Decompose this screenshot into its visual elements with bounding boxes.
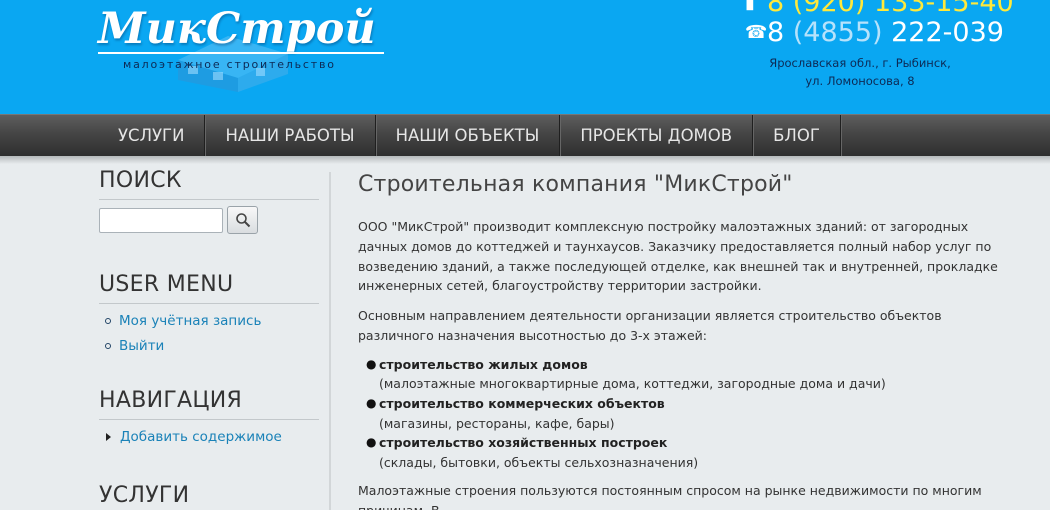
navigation-block: НАВИГАЦИЯ Добавить содержимое	[99, 388, 319, 453]
address: Ярославская обл., г. Рыбинск, ул. Ломоно…	[760, 54, 960, 90]
search-block: ПОИСК	[99, 168, 319, 234]
search-button[interactable]	[227, 206, 258, 234]
list-item: ● строительство жилых домов (малоэтажные…	[358, 355, 998, 394]
search-block-title: ПОИСК	[99, 168, 319, 200]
user-menu-link-logout[interactable]: Выйти	[119, 337, 164, 355]
user-menu-item-logout[interactable]: Выйти	[99, 337, 319, 362]
main-navigation: УСЛУГИ НАШИ РАБОТЫ НАШИ ОБЪЕКТЫ ПРОЕКТЫ …	[0, 114, 1050, 156]
list-item-description: (малоэтажные многоквартирные дома, котте…	[379, 376, 886, 392]
list-item-title: строительство хозяйственных построек	[379, 435, 668, 451]
phone-number: 222-039	[882, 17, 1004, 48]
nav-item-house-projects[interactable]: ПРОЕКТЫ ДОМОВ	[560, 115, 754, 156]
address-line-2: ул. Ломоносова, 8	[805, 74, 915, 88]
list-item: ● строительство хозяйственных построек (…	[358, 433, 998, 472]
site-logo[interactable]: МикСтрой малоэтажное строительство	[98, 0, 388, 100]
site-header: МикСтрой малоэтажное строительство ▮ 8 (9…	[0, 0, 1050, 114]
bullet-icon	[105, 318, 111, 324]
list-item: ● строительство коммерческих объектов (м…	[358, 394, 998, 433]
user-menu-list: Моя учётная запись Выйти	[99, 312, 319, 362]
search-input[interactable]	[99, 207, 223, 233]
arrow-right-icon	[106, 433, 111, 441]
user-menu-block: USER MENU Моя учётная запись Выйти	[99, 272, 319, 362]
logo-title: МикСтрой	[98, 4, 376, 54]
nav-item-blog[interactable]: БЛОГ	[753, 115, 841, 156]
bullet-icon: ●	[366, 356, 377, 371]
nav-item-our-works[interactable]: НАШИ РАБОТЫ	[205, 115, 376, 156]
navigation-link-add-content[interactable]: Добавить содержимое	[120, 428, 282, 446]
phone-mobile-number: 8 (920) 133-15-40	[767, 0, 1014, 18]
mobile-phone-icon: ▮	[745, 0, 755, 13]
phone-landline: ☎8 (4855) 222-039	[745, 17, 1004, 48]
list-item-description: (магазины, рестораны, кафе, бары)	[379, 415, 615, 431]
page-title: Строительная компания "МикСтрой"	[358, 172, 793, 197]
main-content: Строительная компания "МикСтрой" ООО "Ми…	[358, 172, 998, 510]
list-item-title: строительство жилых домов	[379, 356, 588, 372]
bullet-icon: ●	[366, 395, 377, 410]
bullet-icon	[105, 343, 111, 349]
intro-paragraph: ООО "МикСтрой" производит комплексную по…	[358, 219, 998, 294]
sidebar-divider	[329, 172, 331, 510]
sidebar: ПОИСК USER MENU Моя учётная запись Выйти…	[99, 168, 319, 510]
phone-mobile: ▮ 8 (920) 133-15-40	[745, 0, 1014, 18]
phone-area-code: (4855)	[792, 17, 883, 48]
user-menu-title: USER MENU	[99, 272, 319, 304]
navigation-item-add-content[interactable]: Добавить содержимое	[99, 428, 319, 453]
list-item-title: строительство коммерческих объектов	[379, 395, 665, 411]
navigation-list: Добавить содержимое	[99, 428, 319, 453]
direction-paragraph: Основным направлением деятельности орган…	[358, 308, 942, 343]
telephone-icon: ☎	[745, 22, 768, 43]
nav-item-services[interactable]: УСЛУГИ	[98, 115, 206, 156]
bullet-icon: ●	[366, 435, 377, 450]
nav-menu: УСЛУГИ НАШИ РАБОТЫ НАШИ ОБЪЕКТЫ ПРОЕКТЫ …	[98, 115, 841, 156]
list-item-description: (склады, бытовки, объекты сельхозназначе…	[379, 454, 699, 470]
address-line-1: Ярославская обл., г. Рыбинск,	[769, 56, 951, 70]
search-form	[99, 206, 319, 234]
user-menu-link-account[interactable]: Моя учётная запись	[119, 312, 261, 330]
closing-paragraph: Малоэтажные строения пользуются постоянн…	[358, 483, 982, 510]
search-icon	[235, 213, 250, 228]
user-menu-item-account[interactable]: Моя учётная запись	[99, 312, 319, 337]
services-title: УСЛУГИ	[99, 483, 319, 510]
nav-item-our-objects[interactable]: НАШИ ОБЪЕКТЫ	[376, 115, 561, 156]
phone-prefix: 8	[767, 17, 793, 48]
navbar-shadow	[0, 156, 1050, 164]
activity-list: ● строительство жилых домов (малоэтажные…	[358, 355, 998, 473]
services-block: УСЛУГИ	[99, 483, 319, 510]
logo-underline	[98, 52, 384, 54]
logo-subtitle: малоэтажное строительство	[123, 58, 336, 71]
navigation-title: НАВИГАЦИЯ	[99, 388, 319, 420]
